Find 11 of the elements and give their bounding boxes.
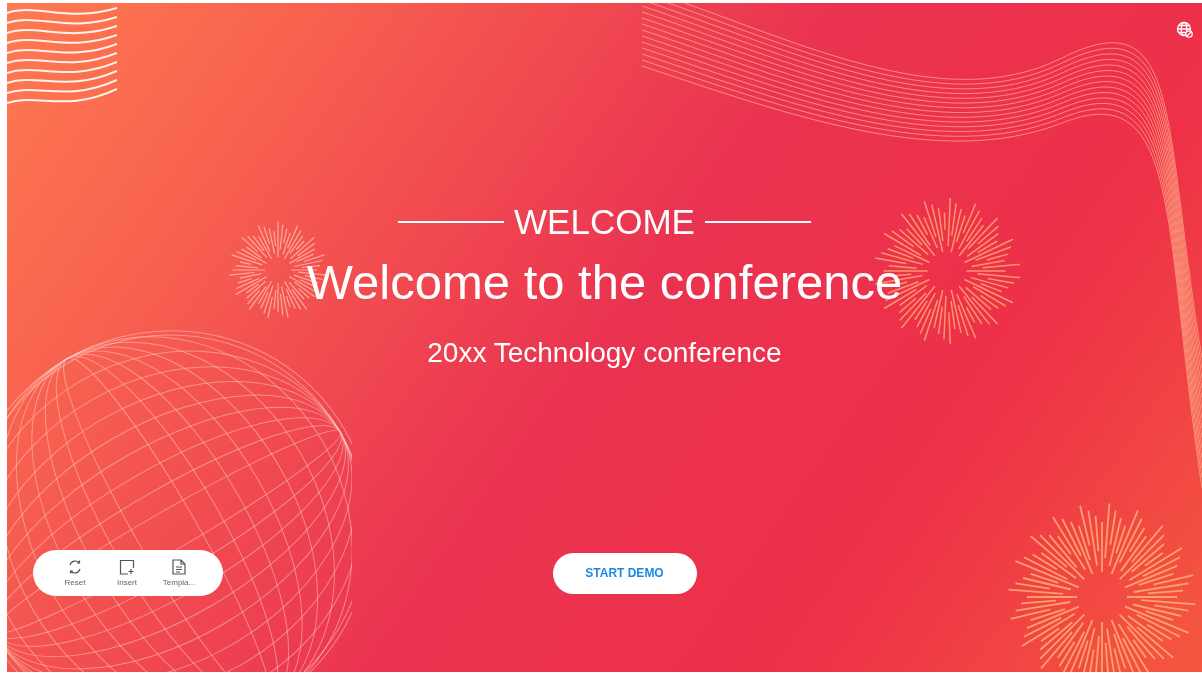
start-demo-button[interactable]: START DEMO [552, 552, 697, 594]
add-box-icon [119, 559, 135, 575]
document-icon [172, 559, 186, 575]
slide-subtitle: 20xx Technology conference [427, 336, 782, 370]
toolbar-button[interactable]: Templa... [157, 559, 201, 587]
toolbar-button[interactable]: Insert [105, 559, 149, 587]
welcome-heading: WELCOME [514, 201, 695, 243]
slide-title: Welcome to the conference [306, 254, 903, 311]
refresh-icon [67, 559, 83, 575]
globe-icon[interactable] [1176, 21, 1194, 39]
toolbar-button[interactable]: Reset [53, 559, 97, 587]
